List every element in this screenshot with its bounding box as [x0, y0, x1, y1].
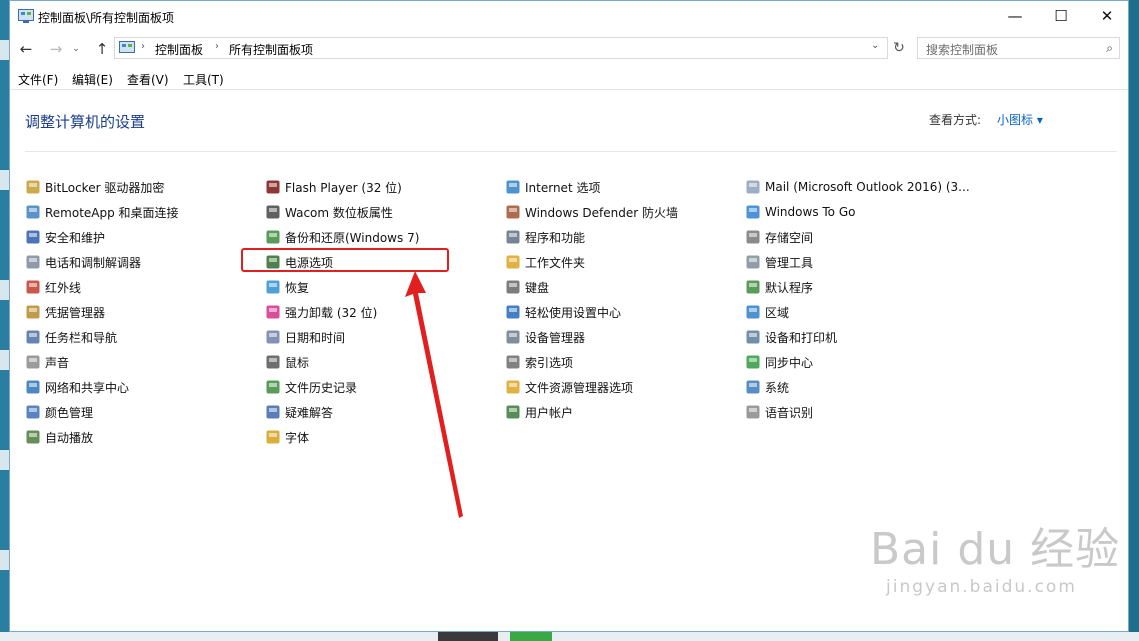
watermark-logo: Bai du 经验 — [870, 524, 1121, 575]
watermark-url: jingyan.baidu.com — [886, 577, 1077, 597]
control-panel-window: 控制面板\所有控制面板项 — ☐ ✕ ← → ⌄ ↑ › 控制面板 › 所有控制… — [9, 0, 1129, 632]
watermark: Bai du 经验 jingyan.baidu.com — [870, 513, 1120, 597]
background-window-strip — [0, 632, 1139, 641]
